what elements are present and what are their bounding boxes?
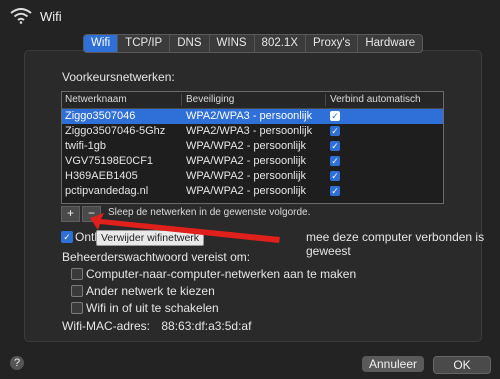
red-arrow-annotation [90,213,280,243]
auto-join-checkbox[interactable]: ✓ [330,171,340,181]
preferred-networks-label: Voorkeursnetwerken: [62,70,175,84]
network-security: WPA/WPA2 - persoonlijk [186,170,307,182]
mac-address-value: 88:63:df:a3:5d:af [161,319,252,333]
auto-join-checkbox[interactable]: ✓ [330,126,340,136]
auto-join-checkbox[interactable]: ✓ [330,141,340,151]
table-row[interactable]: pctipvandedag.nl WPA/WPA2 - persoonlijk … [62,184,443,199]
auto-join-checkbox[interactable]: ✓ [330,156,340,166]
tab-bar: Wifi TCP/IP DNS WINS 802.1X Proxy's Hard… [83,34,424,53]
column-network-name[interactable]: Netwerknaam [65,94,127,105]
table-row[interactable]: VGV75198E0CF1 WPA/WPA2 - persoonlijk ✓ [62,154,443,169]
wifi-icon [10,8,32,24]
admin-option-label: Computer-naar-computer-netwerken aan te … [86,267,357,281]
title-bar: Wifi [0,0,500,30]
admin-password-label: Beheerderswachtwoord vereist om: [62,250,251,264]
add-network-button[interactable]: + [61,206,80,222]
column-security[interactable]: Beveiliging [186,94,234,105]
tab-hardware[interactable]: Hardware [357,35,422,52]
remember-networks-checkbox[interactable]: ✓ [61,231,73,243]
column-divider [181,94,182,106]
network-security: WPA2/WPA3 - persoonlijk [186,125,313,137]
admin-option-checkbox[interactable] [71,302,83,314]
mac-address-row: Wifi-MAC-adres: 88:63:df:a3:5d:af [62,319,251,333]
admin-option-label: Wifi in of uit te schakelen [86,301,219,315]
admin-option-checkbox[interactable] [71,285,83,297]
table-row[interactable]: Ziggo3507046-5Ghz WPA2/WPA3 - persoonlij… [62,124,443,139]
cancel-button[interactable]: Annuleer [362,356,424,372]
table-row[interactable]: Ziggo3507046 WPA2/WPA3 - persoonlijk ✓ [62,109,443,124]
column-divider [325,94,326,106]
auto-join-checkbox[interactable]: ✓ [330,186,340,196]
app-title: Wifi [40,9,62,24]
network-security: WPA/WPA2 - persoonlijk [186,155,307,167]
network-security: WPA2/WPA3 - persoonlijk [186,110,313,122]
network-name: Ziggo3507046 [65,110,136,122]
ok-button[interactable]: OK [433,356,491,374]
tab-wins[interactable]: WINS [208,35,254,52]
network-name: VGV75198E0CF1 [65,155,154,167]
table-row[interactable]: twifi-1gb WPA/WPA2 - persoonlijk ✓ [62,139,443,154]
tab-8021x[interactable]: 802.1X [253,35,305,52]
help-button[interactable]: ? [10,356,24,370]
tab-tcpip[interactable]: TCP/IP [117,35,169,52]
column-auto-join[interactable]: Verbind automatisch [330,94,421,105]
preferred-networks-table[interactable]: Netwerknaam Beveiliging Verbind automati… [61,91,444,204]
mac-address-label: Wifi-MAC-adres: [62,319,151,333]
network-name: pctipvandedag.nl [65,185,149,197]
network-name: twifi-1gb [65,140,106,152]
network-security: WPA/WPA2 - persoonlijk [186,185,307,197]
tab-wifi[interactable]: Wifi [84,35,118,52]
admin-option-label: Ander netwerk te kiezen [86,284,215,298]
auto-join-checkbox[interactable]: ✓ [330,111,340,121]
admin-option-checkbox[interactable] [71,268,83,280]
tab-dns[interactable]: DNS [169,35,208,52]
table-header: Netwerknaam Beveiliging Verbind automati… [62,92,443,109]
network-name: H369AEB1405 [65,170,138,182]
network-security: WPA/WPA2 - persoonlijk [186,140,307,152]
network-name: Ziggo3507046-5Ghz [65,125,166,137]
table-row[interactable]: H369AEB1405 WPA/WPA2 - persoonlijk ✓ [62,169,443,184]
tab-proxies[interactable]: Proxy's [305,35,357,52]
remember-networks-label-end: mee deze computer verbonden is geweest [306,230,485,258]
